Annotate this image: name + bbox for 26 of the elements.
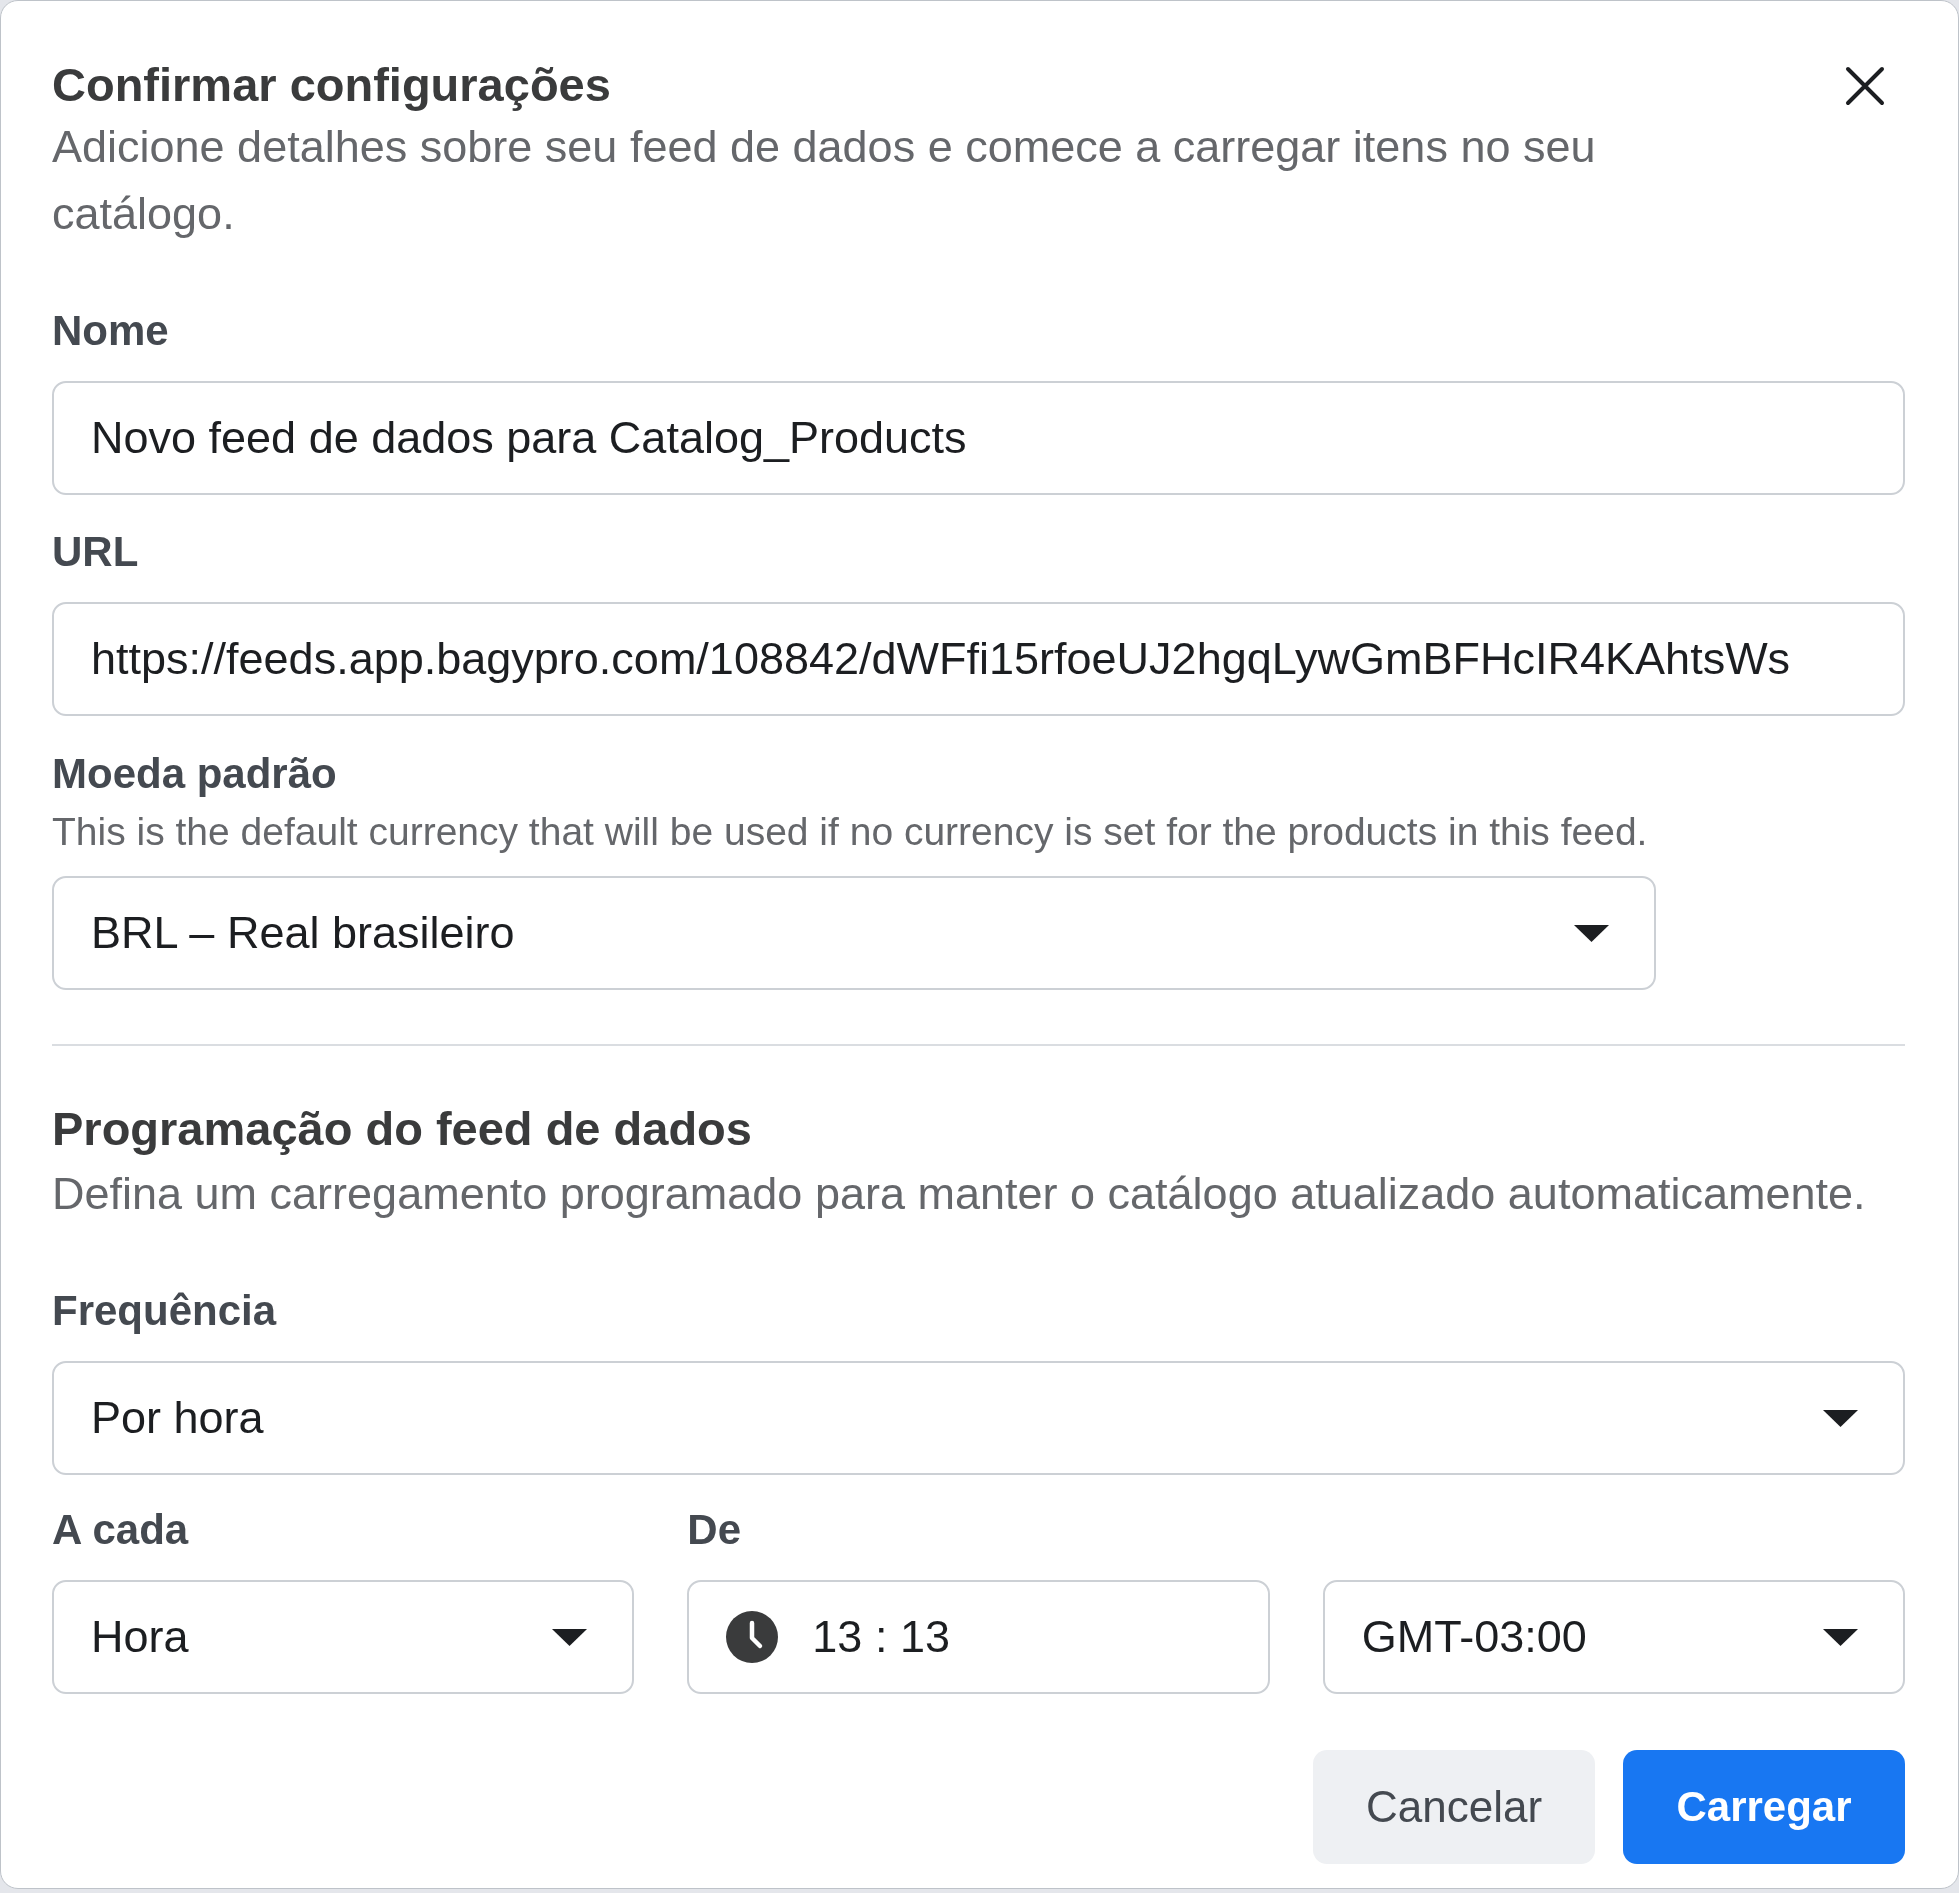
field-label: URL [52,527,139,577]
help-text: This is the default currency that will be used if no currency is set for the products in this feed. [52,809,1648,855]
caret-icon [1574,924,1609,942]
close-icon [1845,66,1885,106]
time-input[interactable]: 13 : 13 [687,1580,1270,1694]
cancel-button[interactable]: Cancelar [1313,1750,1595,1864]
timezone-dropdown[interactable]: GMT-03:00 [1322,1580,1905,1694]
dialog-title: Confirmar configurações [52,57,611,113]
field-label: De [687,1505,742,1555]
currency-dropdown[interactable]: BRL – Real brasileiro [52,876,1656,990]
caret-icon [1823,1409,1858,1427]
caret-icon [552,1628,588,1646]
frequency-dropdown[interactable]: Por hora [52,1361,1905,1475]
interval-dropdown[interactable]: Hora [52,1580,635,1694]
field-label: Moeda padrão [52,749,337,799]
url-input[interactable]: https://feeds.app.bagypro.com/108842/dWFfi15rfoeUJ2hgqLywGmBFHcIR4KAhtsWs [52,602,1905,716]
caret-icon [1823,1628,1858,1646]
field-label: A cada [52,1505,189,1555]
dialog-description: Adicione detalhes sobre seu feed de dados e comece a carregar itens no seu catálogo. [52,120,1597,241]
section-description: Defina um carregamento programado para manter o catálogo atualizado automaticamente. [52,1167,1866,1221]
section-title: Programação do feed de dados [52,1101,752,1157]
upload-button[interactable]: Carregar [1623,1750,1905,1864]
name-input[interactable]: Novo feed de dados para Catalog_Products [52,381,1905,495]
clock-icon [726,1611,779,1663]
field-label: Nome [52,306,169,356]
field-label: Frequência [52,1286,277,1336]
